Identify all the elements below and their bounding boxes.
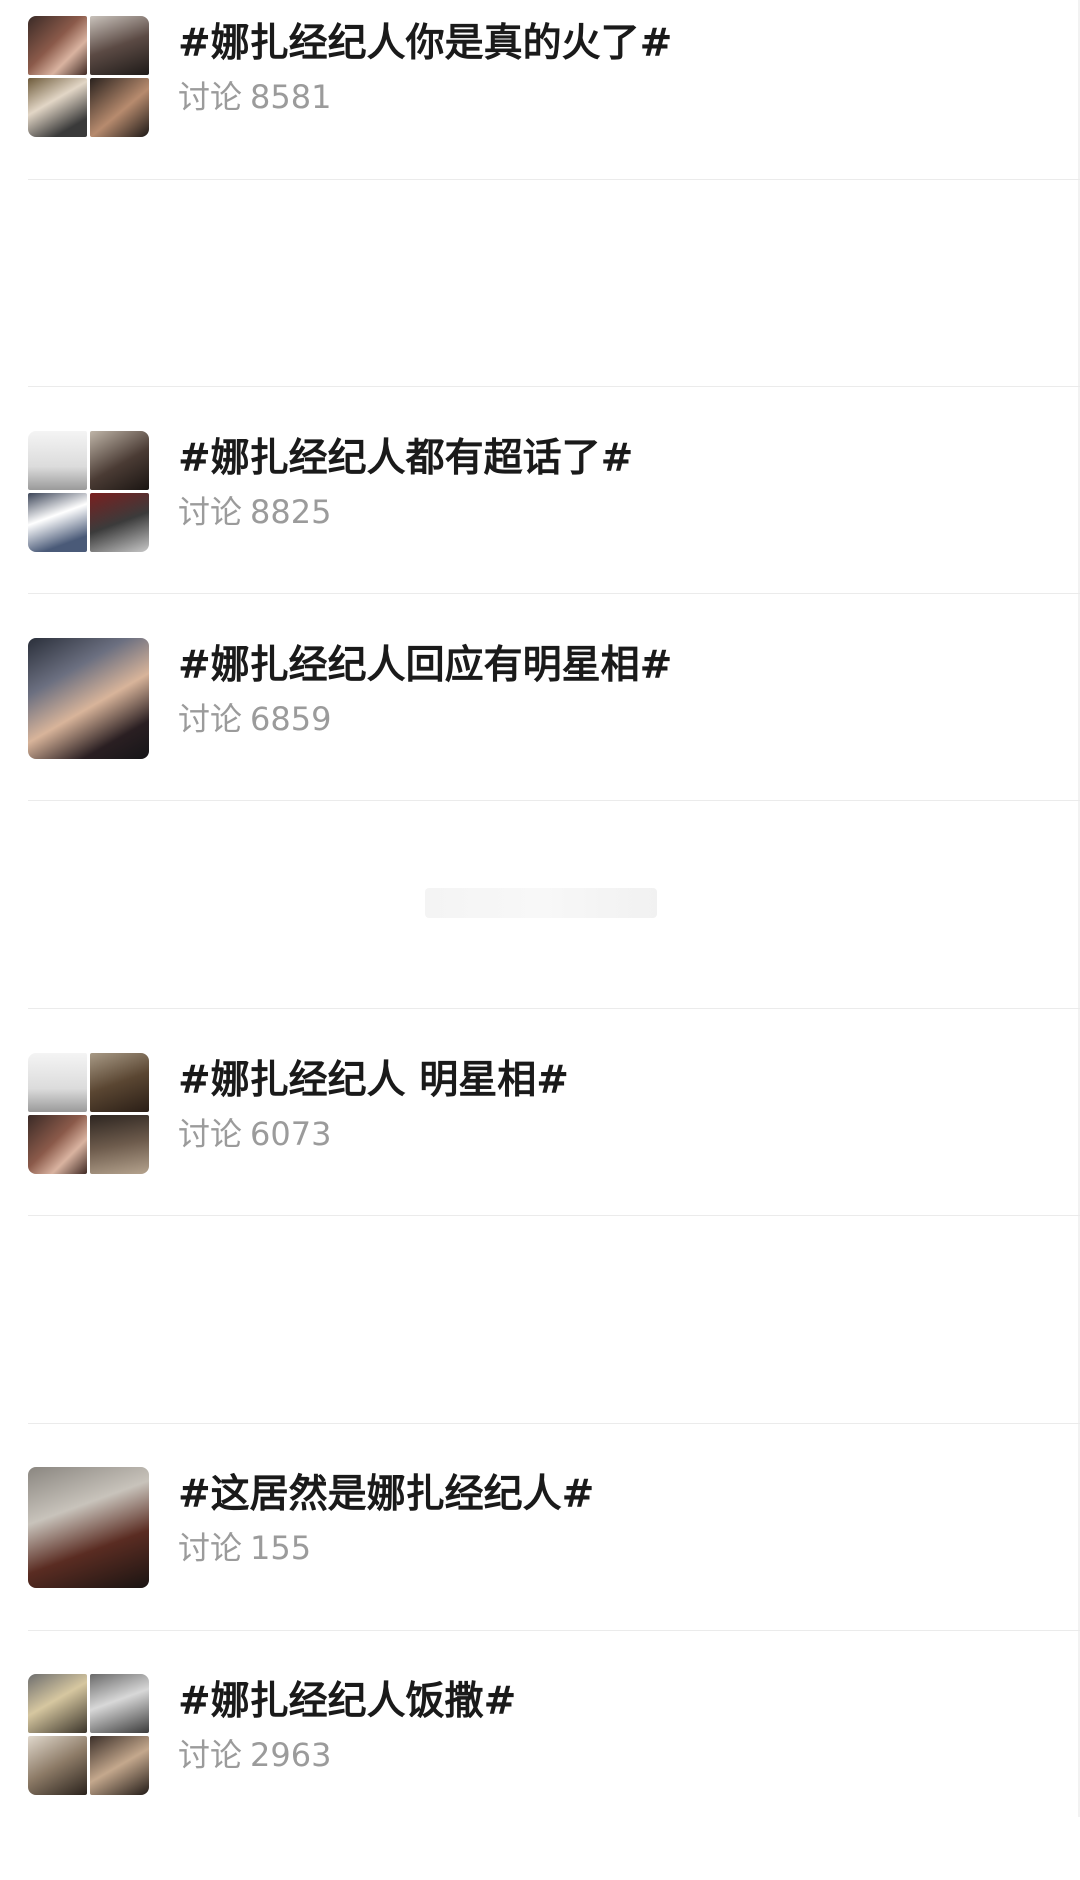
topic-item[interactable]: #娜扎经纪人都有超话了# 讨论 8825 — [28, 431, 1080, 637]
topic-thumbnail — [28, 638, 149, 759]
count-label: 讨论 — [178, 493, 243, 531]
blurred-placeholder — [425, 888, 657, 918]
divider — [28, 1215, 1080, 1216]
count-label: 讨论 — [178, 78, 243, 116]
count-value: 6859 — [250, 700, 332, 738]
topic-discussion-count: 讨论 6073 — [178, 1111, 331, 1157]
count-label: 讨论 — [178, 1529, 243, 1567]
divider — [28, 593, 1080, 594]
topic-thumbnail — [28, 1467, 149, 1588]
topic-discussion-count: 讨论 6859 — [178, 696, 331, 742]
count-value: 8825 — [250, 493, 332, 531]
count-label: 讨论 — [178, 1736, 243, 1774]
count-value: 6073 — [250, 1115, 332, 1153]
topic-discussion-count: 讨论 8581 — [178, 74, 331, 120]
topic-title[interactable]: #娜扎经纪人都有超话了# — [178, 431, 633, 487]
topic-title[interactable]: #娜扎经纪人你是真的火了# — [178, 16, 672, 72]
count-label: 讨论 — [178, 1115, 243, 1153]
topic-thumbnail — [28, 1674, 149, 1795]
divider — [28, 386, 1080, 387]
count-value: 2963 — [250, 1736, 332, 1774]
divider — [28, 179, 1080, 180]
divider — [28, 800, 1080, 801]
count-label: 讨论 — [178, 700, 243, 738]
topic-item[interactable]: #娜扎经纪人你是真的火了# 讨论 8581 — [28, 16, 1080, 222]
topic-title[interactable]: #娜扎经纪人 明星相# — [178, 1053, 569, 1109]
topic-thumbnail — [28, 1053, 149, 1174]
divider — [28, 1630, 1080, 1631]
count-value: 8581 — [250, 78, 332, 116]
topic-discussion-count: 讨论 2963 — [178, 1732, 331, 1778]
topic-title[interactable]: #娜扎经纪人回应有明星相# — [178, 638, 672, 694]
topic-discussion-count: 讨论 155 — [178, 1525, 311, 1571]
topic-item[interactable]: #娜扎经纪人饭撒# 讨论 2963 — [28, 1674, 1080, 1880]
topic-thumbnail — [28, 431, 149, 552]
count-value: 155 — [250, 1529, 312, 1567]
topic-item[interactable]: #娜扎经纪人回应有明星相# 讨论 6859 — [28, 638, 1080, 844]
topic-title[interactable]: #娜扎经纪人饭撒# — [178, 1674, 516, 1730]
topic-title[interactable]: #这居然是娜扎经纪人# — [178, 1467, 594, 1523]
topic-item[interactable]: #娜扎经纪人 明星相# 讨论 6073 — [28, 1053, 1080, 1259]
topic-discussion-count: 讨论 8825 — [178, 489, 331, 535]
topic-item[interactable]: #这居然是娜扎经纪人# 讨论 155 — [28, 1467, 1080, 1673]
divider — [28, 1423, 1080, 1424]
topic-list: #娜扎经纪人你是真的火了# 讨论 8581 #娜扎经纪人都有超话了# 讨论 8825… — [0, 0, 1080, 1817]
divider — [28, 1008, 1080, 1009]
topic-thumbnail — [28, 16, 149, 137]
